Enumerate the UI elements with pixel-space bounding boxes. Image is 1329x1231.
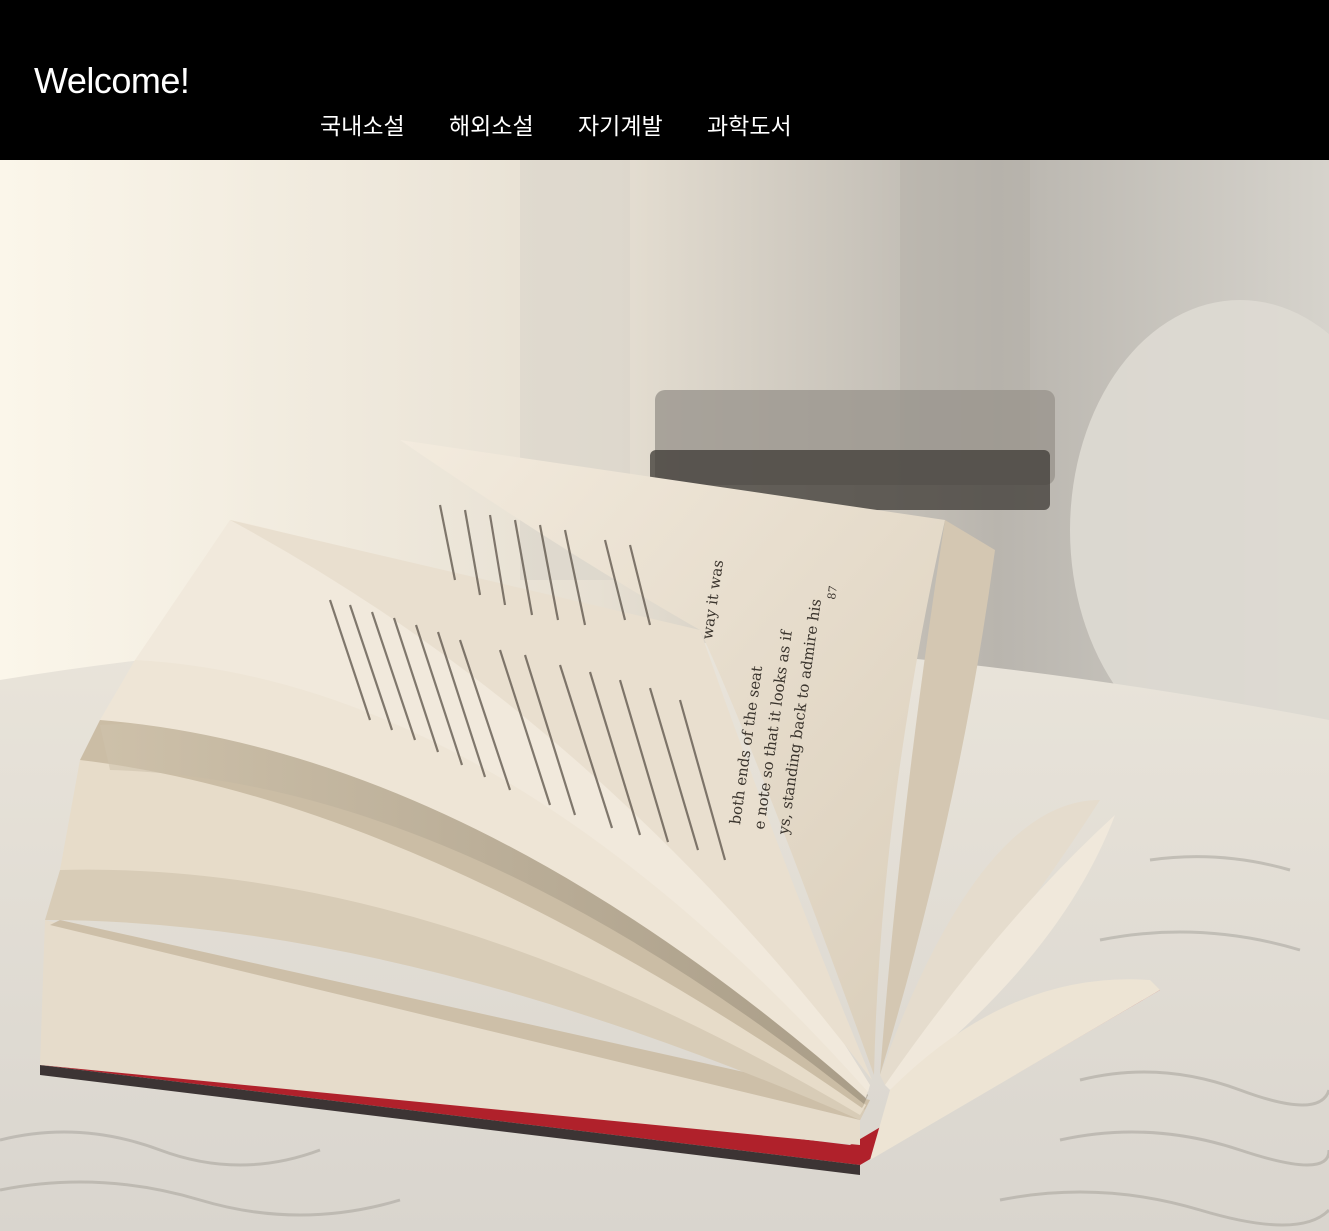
top-header: Welcome! 국내소설 해외소설 자기계발 과학도서 (0, 0, 1329, 160)
page-number: 87 (825, 585, 840, 601)
hero-image: both ends of the seat e note so that it … (0, 160, 1329, 1231)
site-title: Welcome! (34, 60, 190, 101)
nav-item-domestic-fiction[interactable]: 국내소설 (320, 108, 449, 146)
nav-item-self-improvement[interactable]: 자기계발 (578, 108, 707, 146)
nav-item-science-books[interactable]: 과학도서 (707, 108, 836, 146)
nav-item-foreign-fiction[interactable]: 해외소설 (449, 108, 578, 146)
category-nav: 국내소설 해외소설 자기계발 과학도서 (320, 108, 836, 146)
open-book-photo: both ends of the seat e note so that it … (0, 160, 1329, 1231)
